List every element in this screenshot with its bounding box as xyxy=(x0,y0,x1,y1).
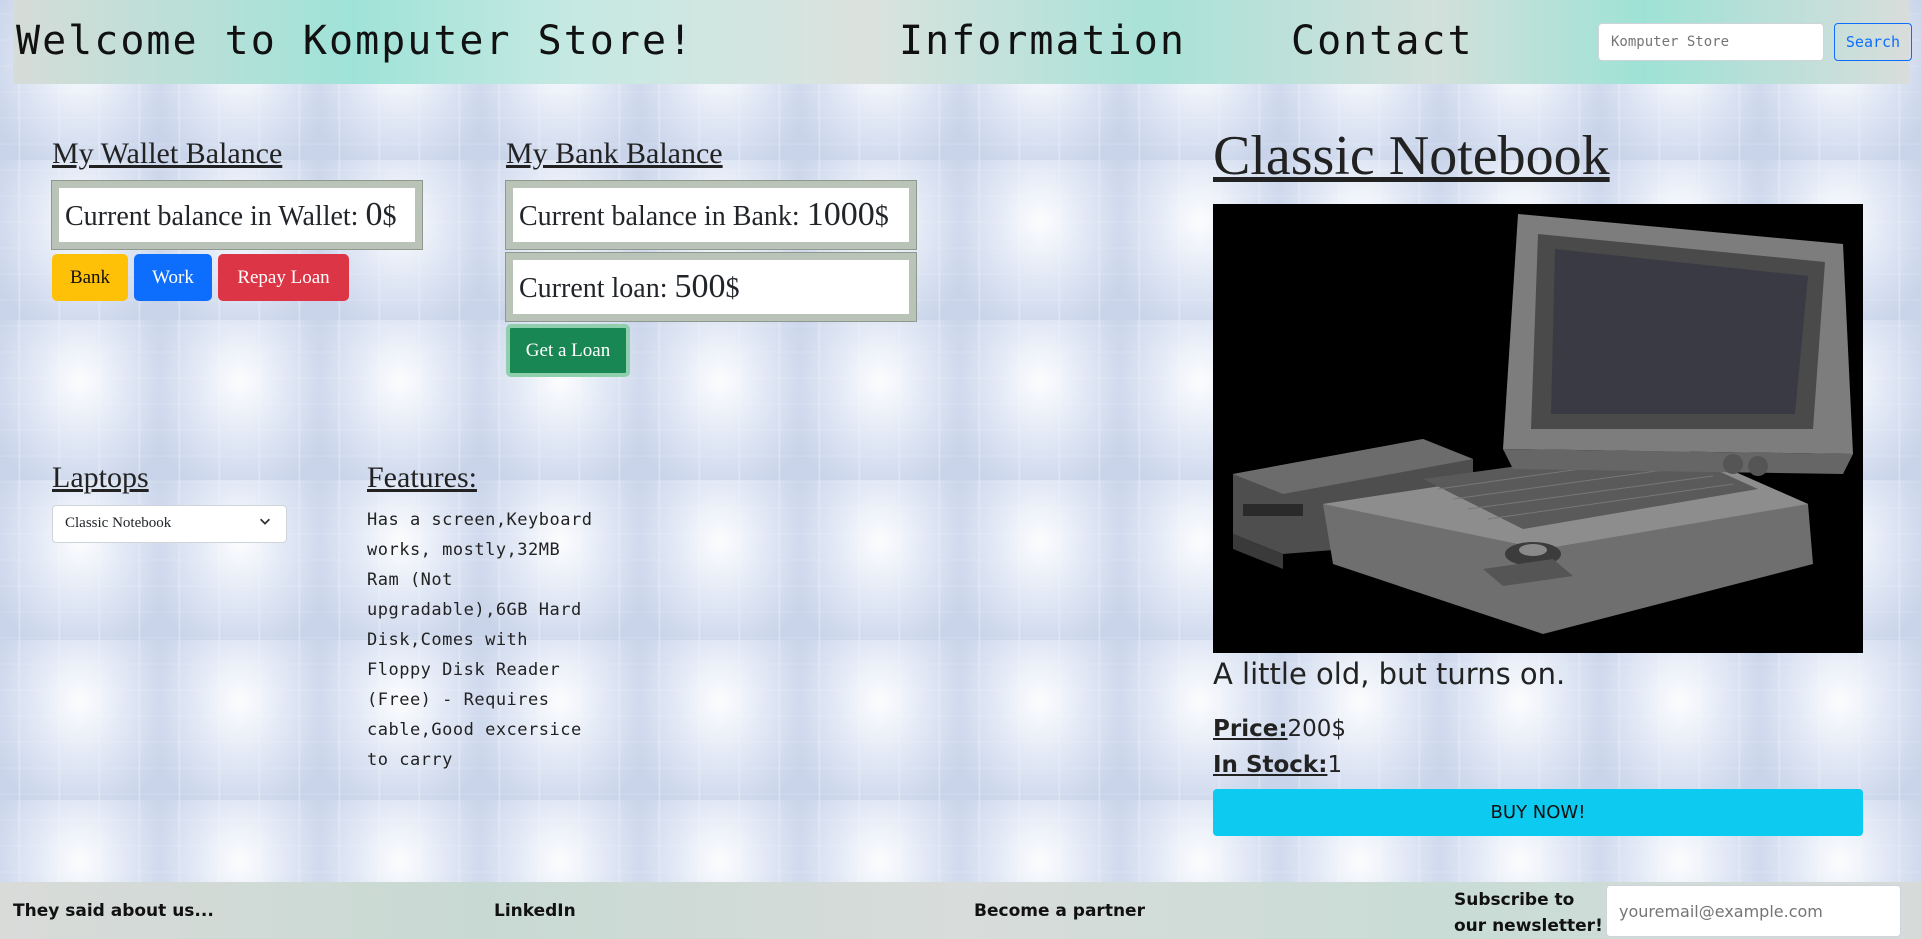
loan-value: 500 xyxy=(674,268,726,305)
loan-currency: $ xyxy=(725,273,740,304)
repay-loan-button[interactable]: Repay Loan xyxy=(218,254,349,301)
stock-value: 1 xyxy=(1327,752,1343,778)
top-navbar: Welcome to Komputer Store! Information C… xyxy=(13,0,1912,84)
bank-title: My Bank Balance xyxy=(506,137,723,170)
bank-balance-box: Current balance in Bank: 1000$ xyxy=(505,180,917,250)
wallet-balance-value: 0 xyxy=(365,196,383,233)
price-row: Price:200$ xyxy=(1213,716,1346,742)
work-button[interactable]: Work xyxy=(134,254,212,301)
get-loan-button[interactable]: Get a Loan xyxy=(506,324,630,377)
footer-linkedin-link[interactable]: LinkedIn xyxy=(494,901,576,921)
stock-label: In Stock: xyxy=(1213,752,1328,778)
price-value: 200$ xyxy=(1287,716,1347,742)
loan-box: Current loan: 500$ xyxy=(505,252,917,322)
features-title: Features: xyxy=(367,461,477,494)
buy-now-button[interactable]: BUY NOW! xyxy=(1213,789,1863,836)
wallet-currency: $ xyxy=(382,201,397,232)
search-input[interactable] xyxy=(1598,23,1824,61)
wallet-balance-box: Current balance in Wallet: 0$ xyxy=(51,180,423,250)
wallet-balance-label: Current balance in Wallet: xyxy=(65,201,366,232)
product-image xyxy=(1213,204,1863,653)
price-label: Price: xyxy=(1213,716,1288,742)
stock-row: In Stock:1 xyxy=(1213,752,1342,778)
footer: They said about us... LinkedIn Become a … xyxy=(0,882,1921,939)
newsletter-email-input[interactable] xyxy=(1606,885,1901,937)
laptop-photo-icon xyxy=(1213,204,1863,653)
search-button[interactable]: Search xyxy=(1834,23,1912,61)
bank-balance-label: Current balance in Bank: xyxy=(519,201,807,232)
newsletter-label: Subscribe to our newsletter! xyxy=(1454,890,1603,936)
footer-testimonials-link[interactable]: They said about us... xyxy=(13,901,214,921)
bank-balance-value: 1000 xyxy=(806,196,875,233)
laptop-select-value: Classic Notebook xyxy=(65,515,172,531)
laptops-title: Laptops xyxy=(52,461,149,494)
bank-button[interactable]: Bank xyxy=(52,254,128,301)
footer-partner-link[interactable]: Become a partner xyxy=(974,901,1145,921)
product-title: Classic Notebook xyxy=(1213,125,1610,187)
laptop-select[interactable]: Classic Notebook xyxy=(52,505,287,543)
wallet-title: My Wallet Balance xyxy=(52,137,283,170)
bank-currency: $ xyxy=(874,201,889,232)
brand-title[interactable]: Welcome to Komputer Store! xyxy=(16,18,694,64)
nav-contact-link[interactable]: Contact xyxy=(1291,18,1474,64)
product-description: A little old, but turns on. xyxy=(1213,657,1566,691)
nav-information-link[interactable]: Information xyxy=(899,18,1186,64)
features-text: Has a screen,Keyboard works, mostly,32MB… xyxy=(367,510,593,770)
chevron-down-icon xyxy=(260,518,270,525)
loan-label: Current loan: xyxy=(519,273,675,304)
